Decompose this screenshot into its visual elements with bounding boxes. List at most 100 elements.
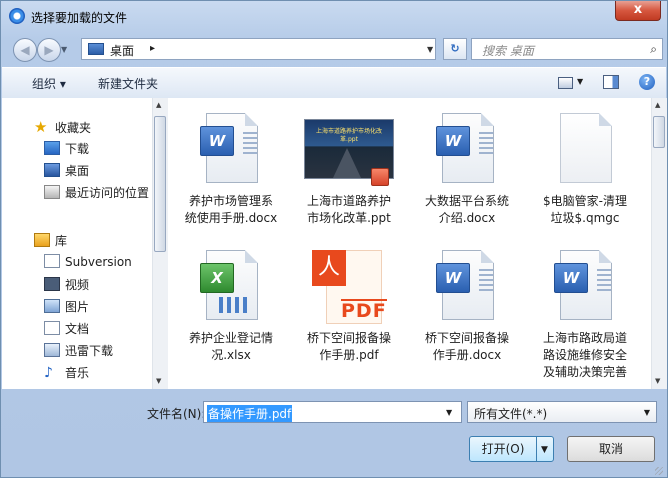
file-item-1[interactable]: 上海市道路养护市场化改革.ppt 上海市道路养护 市场化改革.ppt bbox=[290, 113, 408, 227]
picture-library-icon bbox=[44, 299, 60, 313]
file-item-3[interactable]: $电脑管家-清理 垃圾$.qmgc bbox=[526, 113, 644, 227]
browser-logo-icon bbox=[9, 8, 25, 24]
navigation-pane: ★ 收藏夹 下载 桌面 最近访问的位置 库 Subversion 视频 图片 文档… bbox=[2, 98, 168, 389]
file-name-line: 况.xlsx bbox=[211, 348, 251, 362]
window-title: 选择要加载的文件 bbox=[31, 11, 128, 25]
help-icon[interactable]: ? bbox=[639, 74, 655, 90]
file-item-7[interactable]: W 上海市路政局道 路设施维修安全 及辅助决策完善 bbox=[526, 250, 644, 381]
view-options-dropdown[interactable]: ▼ bbox=[577, 77, 583, 86]
file-name-line: 及辅助决策完善 bbox=[542, 365, 627, 379]
pdf-label: PDF bbox=[341, 299, 387, 322]
nav-item-label: 下载 bbox=[65, 142, 90, 156]
nav-item-desktop[interactable]: 桌面 bbox=[44, 162, 89, 180]
file-name-line: 统使用手册.docx bbox=[184, 211, 278, 225]
document-library-icon bbox=[44, 321, 60, 335]
search-input[interactable]: 搜索 桌面 bbox=[482, 42, 534, 59]
file-name-line: 垃圾$.qmgc bbox=[550, 211, 620, 225]
file-name-line: 作手册.docx bbox=[432, 348, 502, 362]
nav-item-subversion[interactable]: Subversion bbox=[44, 254, 132, 272]
refresh-button[interactable]: ↻ bbox=[443, 38, 467, 60]
address-dropdown[interactable]: ▼ bbox=[427, 45, 433, 54]
file-item-4[interactable]: X 养护企业登记情 况.xlsx bbox=[172, 250, 290, 364]
split-divider bbox=[536, 437, 537, 461]
nav-item-downloads[interactable]: 下载 bbox=[44, 140, 89, 158]
nav-favorites-label: 收藏夹 bbox=[55, 121, 92, 135]
powerpoint-badge-icon bbox=[371, 168, 389, 186]
nav-item-pictures[interactable]: 图片 bbox=[44, 298, 89, 316]
search-icon[interactable]: ⌕ bbox=[650, 42, 657, 57]
change-view-icon[interactable] bbox=[558, 77, 573, 89]
scroll-down-icon[interactable]: ▼ bbox=[655, 377, 660, 385]
file-list-scrollbar[interactable]: ▲ ▼ bbox=[651, 98, 667, 389]
nav-scroll-thumb[interactable] bbox=[154, 116, 166, 252]
filename-input[interactable]: 备操作手册.pdf bbox=[207, 405, 293, 422]
nav-item-label: 迅雷下载 bbox=[65, 344, 114, 358]
open-options-dropdown[interactable]: ▼ bbox=[541, 438, 548, 462]
breadcrumb-arrow-icon[interactable]: ▸ bbox=[150, 43, 155, 54]
nav-item-documents[interactable]: 文档 bbox=[44, 320, 89, 338]
file-name-line: 上海市道路养护 bbox=[306, 194, 391, 208]
file-open-dialog: 选择要加载的文件 x ◀ ▶ ▼ 桌面 ▸ ▼ ↻ 搜索 桌面 ⌕ 组织 ▾ 新… bbox=[0, 0, 668, 478]
library-icon bbox=[34, 233, 50, 247]
excel-badge: X bbox=[200, 263, 234, 293]
nav-libraries[interactable]: 库 bbox=[34, 232, 67, 250]
file-name-line: 桥下空间报备操 bbox=[424, 331, 509, 345]
nav-item-label: 文档 bbox=[65, 322, 90, 336]
close-button[interactable]: x bbox=[615, 1, 661, 21]
file-name-line: 养护企业登记情 bbox=[188, 331, 273, 345]
music-note-icon: ♪ bbox=[44, 365, 53, 381]
nav-item-music[interactable]: ♪ 音乐 bbox=[44, 364, 89, 382]
file-name-line: $电脑管家-清理 bbox=[543, 194, 627, 208]
filename-field[interactable]: 备操作手册.pdf bbox=[203, 401, 462, 423]
nav-scrollbar[interactable]: ▲ ▼ bbox=[152, 98, 168, 389]
pdf-logo-icon: 人 bbox=[312, 250, 346, 286]
nav-item-label: 图片 bbox=[65, 300, 90, 314]
file-item-6[interactable]: W 桥下空间报备操 作手册.docx bbox=[408, 250, 526, 364]
command-bar: 组织 ▾ 新建文件夹 ▼ ? bbox=[2, 67, 666, 99]
subversion-library-icon bbox=[44, 254, 60, 268]
new-folder-button[interactable]: 新建文件夹 bbox=[98, 75, 158, 92]
filetype-select[interactable]: 所有文件(*.*) ▼ bbox=[467, 401, 657, 423]
scroll-up-icon[interactable]: ▲ bbox=[655, 101, 660, 109]
file-name-line: 市场化改革.ppt bbox=[307, 211, 391, 225]
forward-button[interactable]: ▶ bbox=[37, 38, 61, 62]
organize-menu[interactable]: 组织 ▾ bbox=[32, 75, 66, 92]
recent-pages-dropdown[interactable]: ▼ bbox=[61, 45, 67, 54]
nav-item-videos[interactable]: 视频 bbox=[44, 276, 89, 294]
nav-item-recent-places[interactable]: 最近访问的位置 bbox=[44, 184, 149, 202]
word-badge: W bbox=[554, 263, 588, 293]
desktop-icon bbox=[44, 163, 60, 177]
word-badge: W bbox=[200, 126, 234, 156]
filename-history-dropdown[interactable]: ▼ bbox=[446, 408, 452, 417]
word-badge: W bbox=[436, 126, 470, 156]
resize-grip-icon[interactable] bbox=[655, 467, 663, 475]
blank-file-icon bbox=[560, 113, 612, 183]
nav-libraries-label: 库 bbox=[55, 234, 68, 248]
filetype-value: 所有文件(*.*) bbox=[474, 407, 548, 421]
word-badge: W bbox=[436, 263, 470, 293]
nav-item-label: 最近访问的位置 bbox=[65, 186, 150, 200]
nav-item-label: 桌面 bbox=[65, 164, 90, 178]
file-list-scroll-thumb[interactable] bbox=[653, 116, 665, 148]
file-item-5[interactable]: PDF 人 桥下空间报备操 作手册.pdf bbox=[290, 250, 408, 364]
file-name-line: 养护市场管理系 bbox=[188, 194, 273, 208]
scroll-up-icon[interactable]: ▲ bbox=[156, 101, 161, 109]
nav-item-label: Subversion bbox=[65, 255, 132, 269]
breadcrumb-desktop[interactable]: 桌面 bbox=[110, 42, 134, 59]
open-button[interactable]: 打开(O) ▼ bbox=[469, 436, 554, 462]
preview-pane-icon[interactable] bbox=[603, 75, 619, 89]
address-bar[interactable]: 桌面 ▸ ▼ bbox=[81, 38, 436, 60]
ppt-preview-title: 上海市道路养护市场化改革.ppt bbox=[315, 128, 382, 143]
file-item-0[interactable]: W 养护市场管理系 统使用手册.docx bbox=[172, 113, 290, 227]
nav-item-thunder-downloads[interactable]: 迅雷下载 bbox=[44, 342, 113, 360]
nav-favorites[interactable]: ★ 收藏夹 bbox=[34, 118, 91, 136]
file-name-line: 上海市路政局道 bbox=[542, 331, 627, 345]
file-name-line: 作手册.pdf bbox=[319, 348, 379, 362]
file-item-2[interactable]: W 大数据平台系统 介绍.docx bbox=[408, 113, 526, 227]
back-button[interactable]: ◀ bbox=[13, 38, 37, 62]
file-name-line: 桥下空间报备操 bbox=[306, 331, 391, 345]
scroll-down-icon[interactable]: ▼ bbox=[156, 377, 161, 385]
cancel-button[interactable]: 取消 bbox=[567, 436, 655, 462]
powerpoint-preview-icon: 上海市道路养护市场化改革.ppt bbox=[304, 119, 394, 186]
search-box[interactable]: 搜索 桌面 ⌕ bbox=[471, 38, 663, 60]
